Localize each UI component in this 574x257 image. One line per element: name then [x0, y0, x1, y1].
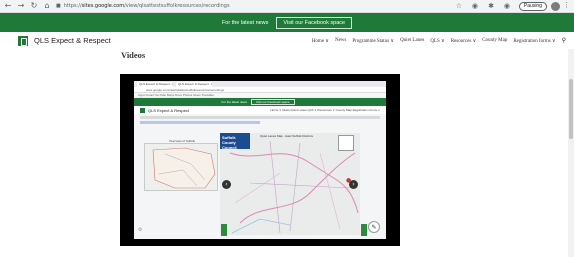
nav-item-qls[interactable]: QLS ∨: [430, 38, 444, 44]
site-header: QLS Expect & Respect Home ∨ News Program…: [0, 32, 574, 49]
video-main-map-caption: Quiet Lanes Map - East Suffolk Districts: [260, 134, 313, 138]
map-marker-icon: ●: [346, 177, 352, 184]
facebook-button[interactable]: Visit our Facebook space: [276, 16, 353, 29]
video-tab: QLS Expect & Respect - Ho...: [176, 81, 212, 87]
video-site-logo: [140, 107, 145, 113]
badge-image: [338, 135, 354, 151]
star-icon[interactable]: ☆: [456, 2, 462, 10]
prev-slide-icon: ‹: [222, 180, 231, 189]
video-frame-screenshot: QLS Expect & Respect - Ho... QLS Expect …: [134, 81, 386, 239]
nav-item-news[interactable]: News: [335, 38, 346, 43]
video-overview-map: Overview of Suffolk: [144, 139, 218, 191]
video-site-header: QLS Expect & Respect Home ∨ News Quiet L…: [134, 106, 386, 114]
back-arrow-icon[interactable]: ←: [3, 1, 13, 11]
suffolk-logo: Suffolk County Council: [220, 133, 250, 150]
video-site-nav: Home ∨ News Quiet Lanes QLS ∨ Resources …: [270, 108, 380, 112]
video-site-name: QLS Expect & Respect: [148, 107, 189, 113]
nav-item-programme-status[interactable]: Programme Status ∨: [352, 38, 394, 44]
announcement-banner: For the latest news Visit our Facebook s…: [0, 13, 574, 32]
lock-icon: ■: [56, 3, 61, 9]
puzzle-icon[interactable]: ✱: [488, 2, 494, 10]
green-marker: [221, 224, 227, 236]
video-banner-text: For the latest news: [221, 100, 247, 104]
site-name[interactable]: QLS Expect & Respect: [34, 36, 111, 45]
forward-arrow-icon[interactable]: →: [16, 1, 26, 11]
nav-item-registration-forms[interactable]: Registration forms ∨: [513, 38, 555, 44]
nav-item-resources[interactable]: Resources ∨: [451, 38, 476, 44]
banner-text: For the latest news: [221, 19, 269, 26]
kebab-menu-icon[interactable]: ⋮: [563, 1, 570, 9]
page-scrollbar[interactable]: [568, 49, 574, 257]
scrollbar-thumb[interactable]: [569, 79, 573, 139]
url-path: /view/qlsattestsuffolkresources/recordin…: [124, 3, 230, 9]
video-link-line: [140, 121, 260, 124]
browser-toolbar: ← → ↻ ⌂ ■ https://sites.google.com/view/…: [0, 0, 574, 13]
nav-item-quiet-lanes[interactable]: Quiet Lanes: [400, 38, 424, 43]
video-player[interactable]: QLS Expect & Respect - Ho... QLS Expect …: [120, 74, 400, 246]
video-main-map: Quiet Lanes Map - East Suffolk Districts…: [220, 133, 360, 235]
nav-item-home[interactable]: Home ∨: [312, 38, 329, 44]
page-title: Videos: [121, 50, 146, 60]
nav-item-county-map[interactable]: County Map: [482, 38, 507, 43]
avatar[interactable]: [551, 2, 560, 11]
profile-shield-icon[interactable]: ◉: [504, 2, 510, 10]
settings-icon: ⚙: [138, 227, 143, 233]
video-text-line: [140, 116, 380, 119]
video-overview-map-caption: Overview of Suffolk: [169, 139, 195, 143]
edit-pencil-icon: ✎: [368, 221, 380, 233]
site-logo[interactable]: [18, 35, 28, 46]
video-tab: QLS Expect & Respect - Ho...: [137, 81, 173, 87]
green-marker: [361, 224, 367, 236]
video-banner-button: Visit our Facebook space: [250, 99, 295, 105]
home-icon[interactable]: ⌂: [42, 1, 52, 11]
address-bar[interactable]: ■ https://sites.google.com/view/qlsattes…: [56, 2, 230, 11]
search-icon[interactable]: ⚲: [562, 37, 566, 44]
reload-icon[interactable]: ↻: [29, 1, 39, 11]
url-prefix: https://: [63, 3, 82, 9]
url-domain: sites.google.com: [81, 3, 125, 9]
overview-map-drawing: [152, 147, 216, 189]
extension-icon[interactable]: ◉: [472, 2, 478, 10]
main-nav: Home ∨ News Programme Status ∨ Quiet Lan…: [306, 37, 566, 44]
pausing-button[interactable]: Pausing: [518, 2, 547, 11]
video-banner: For the latest news Visit our Facebook s…: [134, 98, 386, 106]
